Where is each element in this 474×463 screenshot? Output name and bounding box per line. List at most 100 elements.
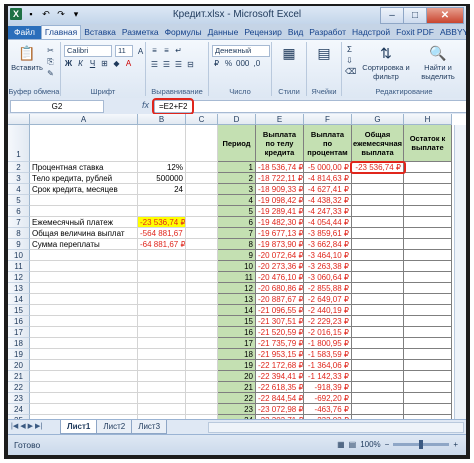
sheet-tab-2[interactable]: Лист2 (96, 420, 133, 434)
grid-cell[interactable] (30, 283, 138, 294)
vertical-scrollbar[interactable] (454, 125, 466, 419)
total-payment-cell[interactable] (352, 217, 404, 228)
row-header[interactable]: 1 (8, 125, 30, 162)
interest-payment-cell[interactable]: -1 800,95 ₽ (304, 338, 352, 349)
grid-cell[interactable] (138, 360, 186, 371)
grid-cell[interactable] (30, 261, 138, 272)
interest-payment-cell[interactable]: -3 859,61 ₽ (304, 228, 352, 239)
italic-icon[interactable]: К (76, 59, 85, 68)
select-all-corner[interactable] (8, 114, 30, 125)
period-cell[interactable]: 20 (218, 371, 256, 382)
remaining-cell[interactable] (404, 184, 452, 195)
worksheet-grid[interactable]: A B C D E F G H 1 2 3 4 5 6 7 8 9 10 11 12 13 14 15 16 17 18 19 20 2… (8, 114, 466, 419)
grid-cell[interactable] (138, 404, 186, 415)
result-label[interactable]: Ежемесячный платеж (30, 217, 138, 228)
param-value[interactable]: 500000 (138, 173, 186, 184)
total-payment-cell[interactable] (352, 294, 404, 305)
total-payment-cell[interactable] (352, 228, 404, 239)
grid-cell[interactable] (30, 206, 138, 217)
grid-cell[interactable] (186, 393, 218, 404)
body-payment-cell[interactable]: -20 072,64 ₽ (256, 250, 304, 261)
grid-cell[interactable] (186, 162, 218, 173)
body-payment-cell[interactable]: -21 735,79 ₽ (256, 338, 304, 349)
number-format-select[interactable]: Денежный (212, 45, 270, 57)
grid-cell[interactable] (186, 404, 218, 415)
row-header[interactable]: 10 (8, 250, 30, 261)
zoom-level[interactable]: 100% (360, 440, 380, 449)
grid-cell[interactable] (186, 382, 218, 393)
param-value[interactable]: 12% (138, 162, 186, 173)
zoom-out-icon[interactable]: − (385, 440, 390, 449)
grid-cell[interactable] (186, 349, 218, 360)
grid-cell[interactable] (186, 272, 218, 283)
body-payment-cell[interactable]: -21 096,55 ₽ (256, 305, 304, 316)
body-payment-cell[interactable]: -18 722,11 ₽ (256, 173, 304, 184)
grid-cell[interactable] (138, 327, 186, 338)
body-payment-cell[interactable]: -21 953,15 ₽ (256, 349, 304, 360)
interest-payment-cell[interactable]: -692,20 ₽ (304, 393, 352, 404)
tab-abbyy[interactable]: ABBYY PDF (437, 26, 466, 39)
column-header-f[interactable]: F (304, 114, 352, 125)
tab-foxit[interactable]: Foxit PDF (393, 26, 437, 39)
styles-button[interactable]: ▦ (274, 44, 304, 63)
interest-payment-cell[interactable]: -1 364,06 ₽ (304, 360, 352, 371)
period-cell[interactable]: 3 (218, 184, 256, 195)
remaining-cell[interactable] (404, 272, 452, 283)
body-payment-cell[interactable]: -19 482,30 ₽ (256, 217, 304, 228)
table-header-percent[interactable]: Выплата по процентам (304, 125, 352, 162)
grid-cell[interactable] (30, 305, 138, 316)
column-header-c[interactable]: C (186, 114, 218, 125)
interest-payment-cell[interactable]: -463,76 ₽ (304, 404, 352, 415)
interest-payment-cell[interactable]: -2 855,88 ₽ (304, 283, 352, 294)
column-header-h[interactable]: H (404, 114, 452, 125)
body-payment-cell[interactable]: -21 520,59 ₽ (256, 327, 304, 338)
grid-cell[interactable] (30, 195, 138, 206)
remaining-cell[interactable] (404, 206, 452, 217)
row-header[interactable]: 12 (8, 272, 30, 283)
body-payment-cell[interactable]: -18 536,74 ₽ (256, 162, 304, 173)
remaining-cell[interactable] (404, 382, 452, 393)
period-cell[interactable]: 17 (218, 338, 256, 349)
grid-cell[interactable] (186, 327, 218, 338)
grid-cell[interactable] (186, 305, 218, 316)
remaining-cell[interactable] (404, 283, 452, 294)
align-right-icon[interactable]: ☰ (174, 60, 183, 69)
grid-cell[interactable] (30, 125, 138, 162)
total-payment-cell[interactable] (352, 283, 404, 294)
total-payment-cell[interactable] (352, 316, 404, 327)
grid-cell[interactable] (30, 393, 138, 404)
tab-file[interactable]: Файл (8, 26, 41, 39)
view-normal-icon[interactable]: ▦ (337, 440, 345, 449)
period-cell[interactable]: 10 (218, 261, 256, 272)
interest-payment-cell[interactable]: -3 464,10 ₽ (304, 250, 352, 261)
bold-icon[interactable]: Ж (64, 59, 73, 68)
total-payment-cell[interactable] (352, 173, 404, 184)
percent-icon[interactable]: % (224, 59, 233, 68)
period-cell[interactable]: 1 (218, 162, 256, 173)
row-header[interactable]: 20 (8, 360, 30, 371)
zoom-slider[interactable] (393, 440, 450, 449)
row-header[interactable]: 7 (8, 217, 30, 228)
remaining-cell[interactable] (404, 239, 452, 250)
grid-cell[interactable] (186, 294, 218, 305)
grid-cell[interactable] (186, 239, 218, 250)
grid-cell[interactable] (186, 184, 218, 195)
grid-cell[interactable] (138, 294, 186, 305)
tab-insert[interactable]: Вставка (81, 26, 119, 39)
total-payment-cell[interactable] (352, 250, 404, 261)
table-header-total[interactable]: Общая ежемесячная выплата (352, 125, 404, 162)
tab-review[interactable]: Рецензир (241, 26, 285, 39)
column-header-d[interactable]: D (218, 114, 256, 125)
first-sheet-icon[interactable]: |◀ (11, 422, 18, 430)
interest-payment-cell[interactable]: -918,39 ₽ (304, 382, 352, 393)
period-cell[interactable]: 2 (218, 173, 256, 184)
body-payment-cell[interactable]: -18 909,33 ₽ (256, 184, 304, 195)
body-payment-cell[interactable]: -22 394,41 ₽ (256, 371, 304, 382)
remaining-cell[interactable] (404, 349, 452, 360)
remaining-cell[interactable] (404, 162, 452, 173)
tab-data[interactable]: Данные (205, 26, 242, 39)
period-cell[interactable]: 16 (218, 327, 256, 338)
grid-cell[interactable] (186, 217, 218, 228)
total-payment-cell[interactable] (352, 338, 404, 349)
grid-cell[interactable] (138, 316, 186, 327)
